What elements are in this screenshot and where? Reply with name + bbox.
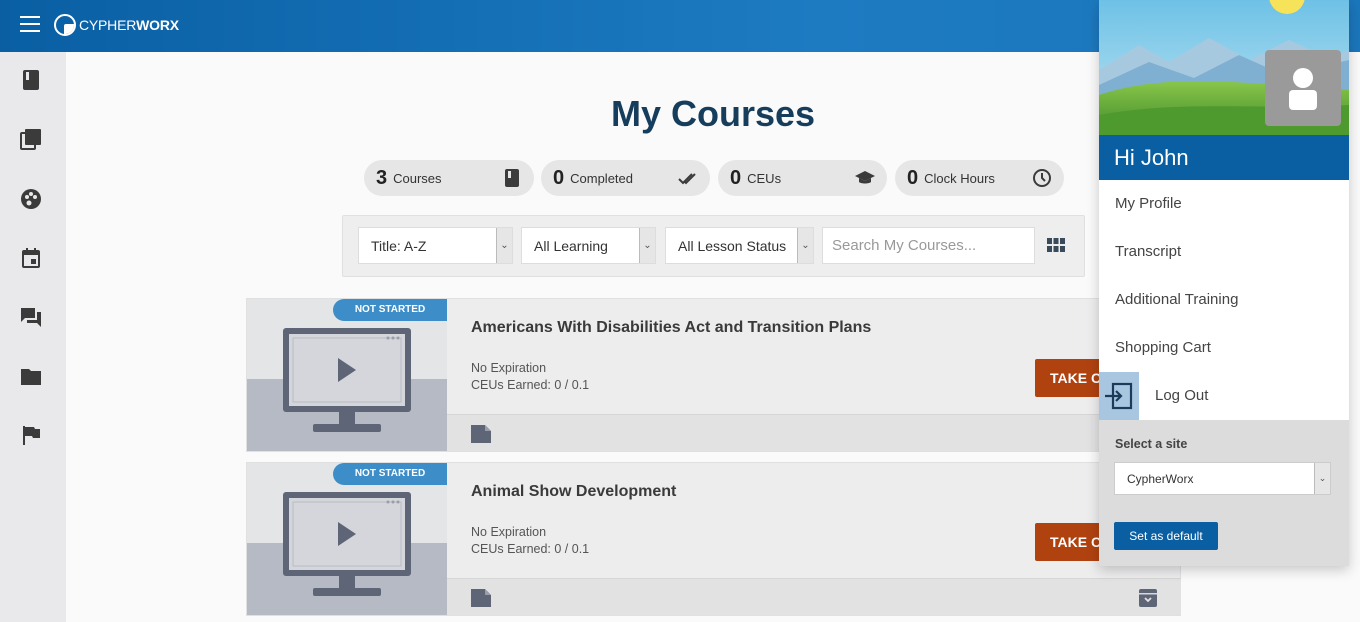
course-thumbnail: NOT STARTED <box>247 299 447 451</box>
archive-icon[interactable] <box>1139 589 1157 607</box>
double-check-icon <box>678 173 696 185</box>
document-icon[interactable] <box>471 589 491 607</box>
library-icon[interactable] <box>20 128 42 150</box>
user-greeting: Hi John <box>1099 135 1349 180</box>
course-ceus: CEUs Earned: 0 / 0.1 <box>471 542 590 556</box>
learning-filter-select[interactable]: All Learning ⌄ <box>521 227 656 264</box>
video-monitor-icon <box>283 492 411 596</box>
course-card[interactable]: NOT STARTED Animal Show Development No E… <box>246 462 1181 616</box>
course-thumbnail: NOT STARTED <box>247 463 447 615</box>
user-placeholder-icon <box>1289 68 1317 110</box>
menu-my-profile[interactable]: My Profile <box>1115 195 1182 212</box>
course-title[interactable]: Animal Show Development <box>471 483 676 501</box>
stat-clock-hours: 0 Clock Hours <box>895 160 1064 196</box>
course-ceus: CEUs Earned: 0 / 0.1 <box>471 378 590 392</box>
site-select[interactable]: CypherWorx ⌄ <box>1114 462 1331 495</box>
site-label: Select a site <box>1115 437 1188 451</box>
card-footer <box>447 578 1181 615</box>
stat-ceus: 0 CEUs <box>718 160 887 196</box>
book-icon[interactable] <box>20 69 42 91</box>
menu-shopping-cart[interactable]: Shopping Cart <box>1115 339 1211 356</box>
folder-icon[interactable] <box>20 365 42 387</box>
logo-mark-icon <box>54 14 76 36</box>
status-badge: NOT STARTED <box>333 299 447 321</box>
menu-transcript[interactable]: Transcript <box>1115 243 1181 260</box>
hamburger-menu-icon[interactable] <box>20 16 40 32</box>
stat-completed: 0 Completed <box>541 160 710 196</box>
clock-icon <box>1033 169 1051 187</box>
set-as-default-button[interactable]: Set as default <box>1114 522 1218 550</box>
card-footer <box>447 414 1181 451</box>
logo-text: CYPHERWORX <box>79 17 179 33</box>
chevron-down-icon: ⌄ <box>1314 463 1330 494</box>
left-sidebar <box>0 52 66 622</box>
lesson-status-select[interactable]: All Lesson Status ⌄ <box>665 227 814 264</box>
search-courses-input[interactable] <box>822 227 1035 264</box>
status-badge: NOT STARTED <box>333 463 447 485</box>
avatar[interactable] <box>1265 50 1341 126</box>
user-dropdown-panel: Hi John My Profile Transcript Additional… <box>1099 0 1349 566</box>
graduation-cap-icon <box>855 171 875 184</box>
video-monitor-icon <box>283 328 411 432</box>
calendar-icon[interactable] <box>20 247 42 269</box>
chevron-down-icon: ⌄ <box>797 228 813 263</box>
menu-log-out[interactable]: Log Out <box>1155 387 1208 404</box>
document-icon[interactable] <box>471 425 491 443</box>
chevron-down-icon: ⌄ <box>496 228 512 263</box>
flag-icon[interactable] <box>20 424 42 446</box>
grid-view-icon[interactable] <box>1047 238 1065 252</box>
chat-icon[interactable] <box>20 306 42 328</box>
menu-additional-training[interactable]: Additional Training <box>1115 291 1238 308</box>
course-card[interactable]: NOT STARTED Americans With Disabilities … <box>246 298 1181 452</box>
profile-landscape-banner <box>1099 0 1349 135</box>
cypherworx-logo[interactable]: CYPHERWORX <box>54 14 179 36</box>
course-title[interactable]: Americans With Disabilities Act and Tran… <box>471 319 871 337</box>
course-expiration: No Expiration <box>471 361 547 375</box>
sort-select[interactable]: Title: A-Z ⌄ <box>358 227 513 264</box>
logout-icon[interactable] <box>1099 372 1139 420</box>
stat-courses: 3 Courses <box>364 160 534 196</box>
book-icon <box>505 169 519 187</box>
course-expiration: No Expiration <box>471 525 547 539</box>
chevron-down-icon: ⌄ <box>639 228 655 263</box>
palette-icon[interactable] <box>20 188 42 210</box>
